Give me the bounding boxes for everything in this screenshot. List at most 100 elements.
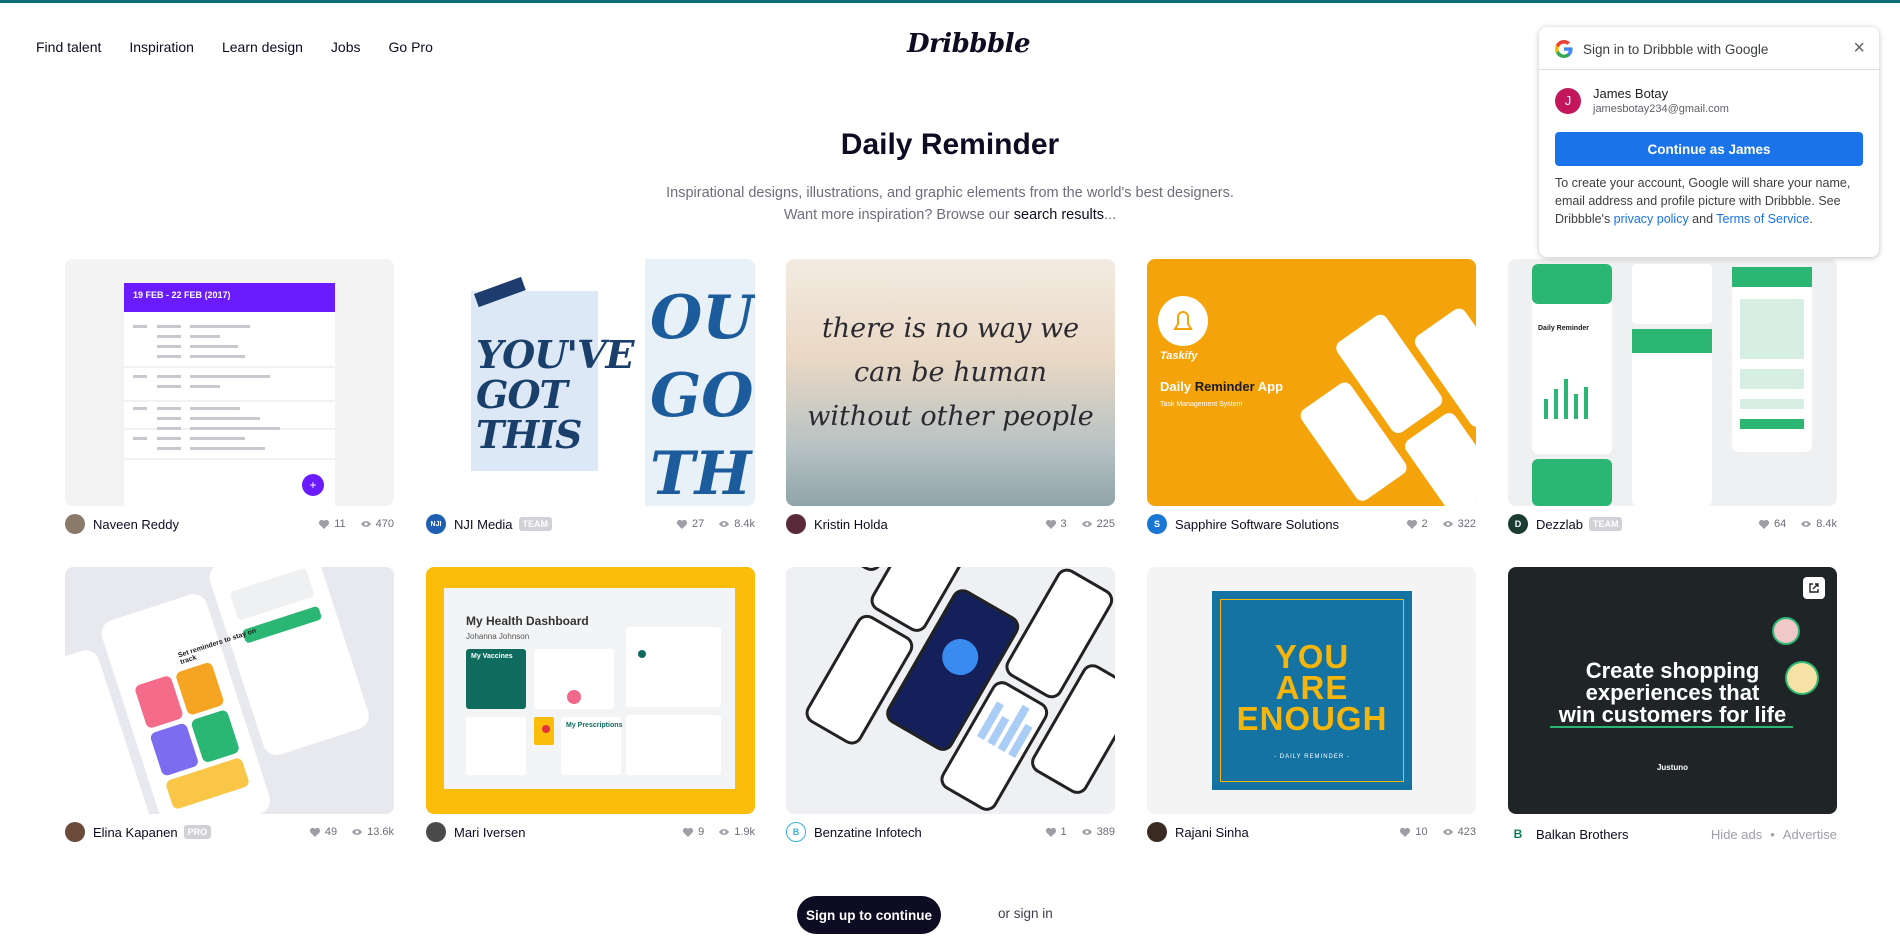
nav-jobs[interactable]: Jobs bbox=[331, 39, 361, 55]
advertise-link[interactable]: Advertise bbox=[1783, 827, 1837, 842]
shot-4-subtitle: Task Management System bbox=[1160, 401, 1243, 408]
subtitle-prefix: Want more inspiration? Browse our bbox=[783, 207, 1014, 223]
like-count: 10 bbox=[1415, 826, 1428, 838]
shot-stats: 3 225 bbox=[1045, 518, 1115, 530]
subtitle-suffix: ... bbox=[1104, 207, 1117, 223]
eye-icon bbox=[1081, 829, 1092, 835]
ad-thumbnail[interactable]: Create shopping experiences that win cus… bbox=[1508, 567, 1837, 814]
avatar[interactable] bbox=[1147, 822, 1167, 842]
heart-icon[interactable] bbox=[1045, 826, 1057, 838]
avatar[interactable]: D bbox=[1508, 514, 1528, 534]
shot-stats: 1 389 bbox=[1045, 826, 1115, 838]
like-count: 64 bbox=[1773, 518, 1787, 530]
nav-learn-design[interactable]: Learn design bbox=[222, 39, 303, 55]
avatar[interactable]: NJI bbox=[426, 514, 446, 534]
ad-separator: • bbox=[1770, 826, 1775, 842]
avatar[interactable]: S bbox=[1147, 514, 1167, 534]
avatar[interactable]: B bbox=[786, 822, 806, 842]
nav-links: Find talent Inspiration Learn design Job… bbox=[36, 39, 433, 55]
privacy-policy-link[interactable]: privacy policy bbox=[1614, 212, 1689, 226]
pro-badge: PRO bbox=[183, 825, 212, 839]
nav-go-pro[interactable]: Go Pro bbox=[389, 39, 433, 55]
shot-thumbnail-8[interactable] bbox=[786, 567, 1115, 814]
hide-ads-link[interactable]: Hide ads bbox=[1711, 827, 1762, 842]
heart-icon[interactable] bbox=[1399, 826, 1411, 838]
eye-icon bbox=[352, 829, 363, 835]
shot-4-brand: Taskify bbox=[1160, 350, 1198, 362]
like-count: 1 bbox=[1060, 826, 1067, 838]
shot-thumbnail-9[interactable]: YOU ARE ENOUGH - DAILY REMINDER - bbox=[1147, 567, 1476, 814]
shot-9-footer: - DAILY REMINDER - bbox=[1274, 754, 1350, 760]
google-account-row[interactable]: J James Botay jamesbotay234@gmail.com bbox=[1555, 86, 1729, 115]
author-name[interactable]: Mari Iversen bbox=[454, 825, 526, 840]
sign-up-button[interactable]: Sign up to continue bbox=[797, 896, 941, 934]
avatar[interactable] bbox=[65, 822, 85, 842]
ad-links: Hide ads • Advertise bbox=[1711, 827, 1837, 842]
shot-stats: 49 13.6k bbox=[309, 826, 394, 838]
consent-text-c: . bbox=[1809, 212, 1813, 226]
nav-find-talent[interactable]: Find talent bbox=[36, 39, 101, 55]
quote-line-1: there is no way we bbox=[821, 313, 1080, 344]
shot-7-card-vaccines: My Vaccines bbox=[471, 653, 513, 660]
like-count: 49 bbox=[324, 826, 338, 838]
view-count: 322 bbox=[1457, 518, 1476, 530]
terms-of-service-link[interactable]: Terms of Service bbox=[1716, 212, 1809, 226]
shot-thumbnail-2[interactable]: YOU'VE GOT THIS OU GO TH bbox=[426, 259, 755, 506]
shot-thumbnail-1[interactable]: + 19 FEB - 22 FEB (2017) bbox=[65, 259, 394, 506]
shot-meta-9: Rajani Sinha 10 423 bbox=[1147, 822, 1476, 842]
search-results-link[interactable]: search results bbox=[1014, 207, 1104, 223]
heart-icon[interactable] bbox=[682, 826, 694, 838]
shot-meta-2: NJI NJI Media TEAM 27 8.4k bbox=[426, 514, 755, 534]
view-count: 8.4k bbox=[1816, 518, 1837, 530]
heart-icon[interactable] bbox=[676, 518, 688, 530]
avatar[interactable]: B bbox=[1508, 824, 1528, 844]
shot-stats: 27 8.4k bbox=[676, 518, 755, 530]
title-part-b: Reminder bbox=[1194, 379, 1255, 394]
dribbble-logo[interactable]: Dribbble bbox=[907, 29, 1031, 59]
quote-line-2: can be human bbox=[854, 357, 1047, 388]
headline-line-1: Create shopping bbox=[1585, 658, 1760, 683]
heart-icon[interactable] bbox=[1758, 518, 1770, 530]
author-name[interactable]: Dezzlab bbox=[1536, 517, 1583, 532]
sign-in-link[interactable]: or sign in bbox=[998, 906, 1053, 921]
author-name[interactable]: Elina Kapanen bbox=[93, 825, 178, 840]
shot-thumbnail-7[interactable]: My Health Dashboard Johanna Johnson My V… bbox=[426, 567, 755, 814]
eye-icon bbox=[360, 521, 371, 527]
heart-icon[interactable] bbox=[318, 518, 330, 530]
eye-icon bbox=[1801, 521, 1812, 527]
view-count: 423 bbox=[1457, 826, 1476, 838]
shot-9-text: YOU ARE ENOUGH bbox=[1212, 640, 1412, 735]
ad-headline: Create shopping experiences that win cus… bbox=[1508, 660, 1837, 726]
shot-8-artwork bbox=[805, 567, 1115, 811]
author-name[interactable]: Balkan Brothers bbox=[1536, 827, 1629, 842]
shot-thumbnail-3[interactable]: there is no way we can be human without … bbox=[786, 259, 1115, 506]
avatar[interactable] bbox=[65, 514, 85, 534]
author-name[interactable]: Naveen Reddy bbox=[93, 517, 179, 532]
eye-icon bbox=[1442, 521, 1453, 527]
avatar[interactable] bbox=[426, 822, 446, 842]
continue-as-button[interactable]: Continue as James bbox=[1555, 132, 1863, 166]
shot-thumbnail-6[interactable]: Set reminders to stay on track bbox=[65, 567, 394, 814]
heart-icon[interactable] bbox=[309, 826, 321, 838]
author-name[interactable]: Sapphire Software Solutions bbox=[1175, 517, 1339, 532]
heart-icon[interactable] bbox=[1045, 518, 1057, 530]
title-part-a: Daily bbox=[1160, 379, 1195, 394]
shot-thumbnail-5[interactable]: Daily Reminder bbox=[1508, 259, 1837, 506]
shot-meta-3: Kristin Holda 3 225 bbox=[786, 514, 1115, 534]
google-sign-in-popup: Sign in to Dribbble with Google × J Jame… bbox=[1539, 27, 1879, 257]
close-icon[interactable]: × bbox=[1853, 38, 1865, 58]
google-g-icon bbox=[1555, 40, 1573, 58]
author-name[interactable]: Benzatine Infotech bbox=[814, 825, 922, 840]
shot-stats: 64 8.4k bbox=[1758, 518, 1837, 530]
nav-inspiration[interactable]: Inspiration bbox=[129, 39, 194, 55]
shot-5-title: Daily Reminder bbox=[1538, 325, 1589, 332]
avatar[interactable] bbox=[786, 514, 806, 534]
shot-thumbnail-4[interactable]: Taskify Daily Reminder App Task Manageme… bbox=[1147, 259, 1476, 506]
author-name[interactable]: NJI Media bbox=[454, 517, 513, 532]
heart-icon[interactable] bbox=[1406, 518, 1418, 530]
like-count: 2 bbox=[1421, 518, 1428, 530]
account-name: James Botay bbox=[1593, 86, 1669, 101]
author-name[interactable]: Kristin Holda bbox=[814, 517, 888, 532]
eye-icon bbox=[1442, 829, 1453, 835]
author-name[interactable]: Rajani Sinha bbox=[1175, 825, 1249, 840]
